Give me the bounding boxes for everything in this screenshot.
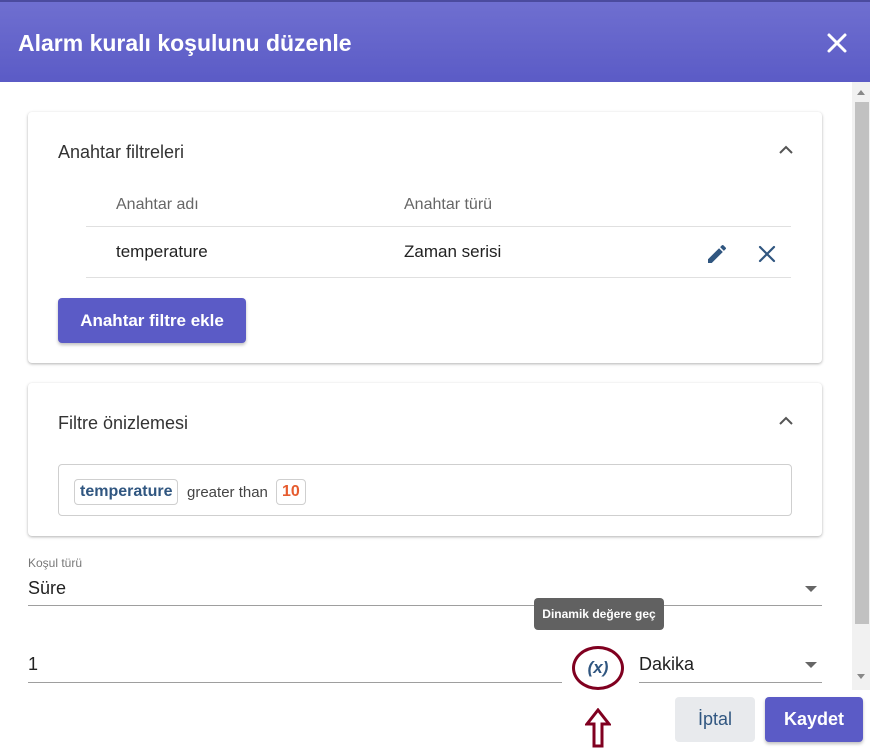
column-header-key-type: Anahtar türü [404, 196, 493, 213]
condition-type-label: Koşul türü [28, 556, 83, 570]
filter-preview-title: Filtre önizlemesi [58, 413, 189, 433]
dialog-title: Alarm kuralı koşulunu düzenle [18, 30, 352, 56]
dynamic-value-toggle[interactable]: (x) [572, 646, 624, 690]
scrollbar[interactable] [852, 82, 870, 690]
time-unit-select[interactable]: Dakika [639, 654, 694, 675]
chevron-up-icon[interactable] [776, 411, 796, 431]
caret-down-icon[interactable] [805, 662, 817, 668]
preview-key-chip: temperature [74, 479, 179, 505]
edit-filter-button[interactable] [702, 239, 732, 269]
chevron-up-icon[interactable] [776, 140, 796, 160]
cancel-button[interactable]: İptal [675, 697, 755, 742]
condition-type-underline [28, 605, 822, 606]
close-icon [827, 33, 847, 53]
table-divider [86, 226, 791, 227]
key-type-cell: Zaman serisi [404, 242, 502, 261]
scroll-down-icon[interactable] [857, 674, 865, 679]
caret-down-icon[interactable] [805, 586, 817, 592]
dialog-header: Alarm kuralı koşulunu düzenle [0, 0, 870, 82]
scroll-thumb[interactable] [855, 102, 869, 624]
duration-underline [28, 682, 562, 683]
duration-value-input[interactable]: 1 [28, 654, 38, 675]
close-button[interactable] [822, 28, 852, 58]
close-icon [758, 245, 776, 263]
filter-preview-box: temperature greater than 10 [58, 464, 792, 516]
arrow-up-icon [585, 708, 611, 748]
condition-type-select[interactable]: Süre [28, 578, 66, 599]
dynamic-value-tooltip: Dinamik değere geç [534, 598, 664, 630]
key-name-cell: temperature [116, 242, 208, 261]
preview-operator: greater than [187, 484, 268, 501]
delete-filter-button[interactable] [752, 239, 782, 269]
scroll-up-icon[interactable] [857, 90, 865, 95]
dialog-content: Anahtar filtreleri Anahtar adı Anahtar t… [0, 82, 852, 690]
key-filters-title: Anahtar filtreleri [58, 142, 185, 162]
filter-preview-card: Filtre önizlemesi temperature greater th… [28, 383, 822, 536]
table-divider [86, 277, 791, 278]
save-button[interactable]: Kaydet [765, 697, 863, 742]
add-key-filter-button[interactable]: Anahtar filtre ekle [58, 298, 246, 343]
pencil-icon [708, 244, 727, 263]
time-unit-underline [639, 682, 822, 683]
preview-value-chip: 10 [276, 479, 306, 505]
key-filters-card: Anahtar filtreleri Anahtar adı Anahtar t… [28, 112, 822, 363]
column-header-key-name: Anahtar adı [116, 196, 199, 213]
